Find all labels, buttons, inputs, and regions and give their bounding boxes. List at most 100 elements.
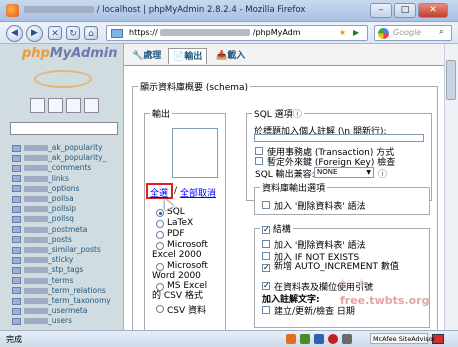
compat-select[interactable]: NONE ▼ xyxy=(314,167,374,178)
home-icon[interactable] xyxy=(30,98,45,113)
star-icon[interactable]: ★ xyxy=(339,28,346,37)
scrollbar-thumb[interactable] xyxy=(446,60,456,100)
table-list-item[interactable]: _ak_popularity_ xyxy=(12,153,106,163)
database-select[interactable] xyxy=(10,122,118,135)
table-icon[interactable] xyxy=(12,236,21,244)
watermark-text: free.twbts.org xyxy=(340,294,430,307)
table-name: _term_relations xyxy=(48,285,106,295)
table-icon[interactable] xyxy=(12,185,21,193)
table-list-item[interactable]: _users xyxy=(12,316,72,326)
table-icon[interactable] xyxy=(12,256,21,264)
tab-bar: 🔧處理 📄輸出 📥載入 xyxy=(124,44,444,66)
table-icon[interactable] xyxy=(12,164,21,172)
table-icon[interactable] xyxy=(12,215,21,223)
deselect-all-link[interactable]: 全部取消 xyxy=(180,186,216,199)
drop-db-checkbox[interactable] xyxy=(262,201,270,209)
table-icon[interactable] xyxy=(12,195,21,203)
table-list-item[interactable]: _stp_tags xyxy=(12,265,83,275)
documentation-icon[interactable] xyxy=(66,98,81,113)
addon-icon[interactable] xyxy=(314,334,324,344)
format-label: PDF xyxy=(167,229,185,239)
table-list-item[interactable]: _pollsip xyxy=(12,204,76,214)
table-icon[interactable] xyxy=(12,317,21,325)
mcafee-siteadvisor[interactable]: McAfee SiteAdvisor xyxy=(370,333,435,344)
back-arrow-icon[interactable]: ◀ xyxy=(6,25,23,42)
format-radio[interactable] xyxy=(156,209,164,217)
help-icon[interactable]: ⓘ xyxy=(378,167,387,180)
help-icon[interactable]: ⓘ xyxy=(293,110,302,120)
addon-icon[interactable] xyxy=(286,334,296,344)
addon-icon[interactable] xyxy=(300,334,310,344)
url-bar[interactable]: https:// /phpMyAdm ★ ▶ xyxy=(106,25,368,41)
watermark-logo: ✦ ✦ xyxy=(336,274,369,293)
search-input[interactable]: Google ⌕ xyxy=(374,25,452,41)
table-list-item[interactable]: _pollsa xyxy=(12,194,74,204)
structure-option-checkbox[interactable]: ✓ xyxy=(262,282,270,290)
import-icon: 📥 xyxy=(216,51,228,61)
table-list-item[interactable]: _term_relations xyxy=(12,286,106,296)
structure-checkbox[interactable]: ✓ xyxy=(262,225,270,234)
sql-docs-icon[interactable] xyxy=(84,98,99,113)
sql-comment-input[interactable] xyxy=(254,134,424,142)
table-list-item[interactable]: _usermeta xyxy=(12,306,87,316)
home-icon[interactable]: ⌂ xyxy=(84,26,98,40)
query-window-icon[interactable] xyxy=(48,98,63,113)
table-multi-select[interactable] xyxy=(172,128,218,178)
format-radio[interactable] xyxy=(156,231,164,239)
table-icon[interactable] xyxy=(12,144,21,152)
table-list-item[interactable]: _links xyxy=(12,174,69,184)
redacted-text xyxy=(24,206,48,213)
redacted-text xyxy=(24,308,48,315)
table-list-item[interactable]: _posts xyxy=(12,235,72,245)
status-text: 完成 xyxy=(6,335,22,344)
reload-icon[interactable]: ↻ xyxy=(66,26,80,40)
addon-icon[interactable] xyxy=(328,334,338,344)
forward-arrow-icon[interactable]: ▶ xyxy=(26,25,43,42)
structure-option-checkbox[interactable]: ✓ xyxy=(262,264,270,272)
sql-options-legend: SQL 選項ⓘ xyxy=(252,107,304,120)
table-list-item[interactable]: _sticky xyxy=(12,255,73,265)
format-radio[interactable] xyxy=(156,305,164,313)
table-icon[interactable] xyxy=(12,154,21,162)
table-name: _pollsa xyxy=(48,194,74,203)
table-icon[interactable] xyxy=(12,297,21,305)
go-icon[interactable]: ▶ xyxy=(353,28,359,37)
tab-import[interactable]: 📥載入 xyxy=(212,48,249,64)
addon-icon[interactable] xyxy=(342,334,352,344)
transaction-checkbox[interactable] xyxy=(255,147,263,155)
table-name: _terms xyxy=(48,275,74,285)
table-icon[interactable] xyxy=(12,307,21,315)
structure-option-checkbox[interactable] xyxy=(262,252,270,260)
dates-checkbox[interactable] xyxy=(262,306,270,314)
table-icon[interactable] xyxy=(12,277,21,285)
search-placeholder: Google xyxy=(393,28,422,37)
table-icon[interactable] xyxy=(12,287,21,295)
table-list-item[interactable]: _similar_posts xyxy=(12,245,101,255)
table-list-item[interactable]: _term_taxonomy xyxy=(12,296,111,306)
stop-icon[interactable]: ✕ xyxy=(48,26,62,40)
foreign-key-checkbox[interactable] xyxy=(255,157,263,165)
table-list-item[interactable]: _terms xyxy=(12,276,73,286)
tab-operations[interactable]: 🔧處理 xyxy=(128,48,165,64)
table-list-item[interactable]: _options xyxy=(12,184,79,194)
close-button[interactable]: ✕ xyxy=(418,3,448,18)
phpmyadmin-logo[interactable]: phpMyAdmin xyxy=(22,46,118,61)
search-icon[interactable]: ⌕ xyxy=(439,27,444,37)
table-icon[interactable] xyxy=(12,226,21,234)
table-list-item[interactable]: _ak_popularity xyxy=(12,143,103,153)
table-icon[interactable] xyxy=(12,266,21,274)
table-name: _stp_tags xyxy=(48,265,84,275)
table-list-item[interactable]: _postmeta xyxy=(12,225,87,235)
structure-option-label: 新增 AUTO_INCREMENT 數值 xyxy=(274,262,399,272)
structure-option-checkbox[interactable] xyxy=(262,240,270,248)
format-label: LaTeX xyxy=(167,218,194,228)
table-list-item[interactable]: _pollsq xyxy=(12,214,74,224)
format-radio[interactable] xyxy=(156,220,164,228)
table-icon[interactable] xyxy=(12,175,21,183)
minimize-button[interactable]: – xyxy=(370,3,392,18)
table-list-item[interactable]: _comments xyxy=(12,163,91,173)
tab-export[interactable]: 📄輸出 xyxy=(168,48,208,64)
maximize-button[interactable]: □ xyxy=(394,3,416,18)
table-icon[interactable] xyxy=(12,246,21,254)
table-icon[interactable] xyxy=(12,205,21,213)
